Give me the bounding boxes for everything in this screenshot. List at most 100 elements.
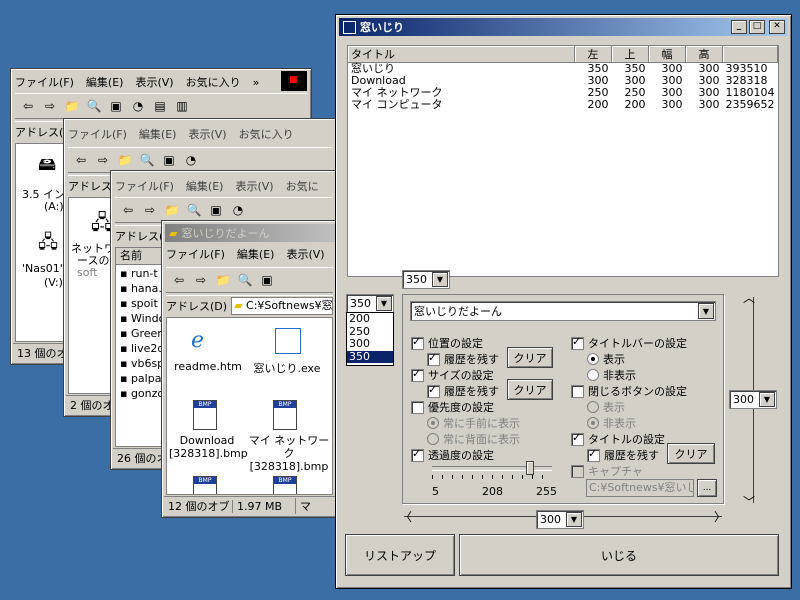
- folders-icon[interactable]: ▣: [207, 202, 225, 218]
- column-width[interactable]: 幅: [648, 46, 686, 63]
- back-icon[interactable]: ⇦: [119, 202, 137, 218]
- chevron-down-icon[interactable]: ▼: [432, 272, 448, 287]
- menu-file[interactable]: ファイル(F): [68, 126, 127, 142]
- checkbox[interactable]: [411, 367, 424, 382]
- menu-view[interactable]: 表示(V): [188, 126, 226, 142]
- file-label[interactable]: Download [328318].bmp: [169, 434, 248, 460]
- copy-icon[interactable]: ▥: [173, 98, 191, 114]
- bmp-file-icon[interactable]: BMP: [273, 476, 297, 494]
- dropdown-option[interactable]: 200: [347, 312, 393, 326]
- floppy-drive-icon[interactable]: 🖴: [38, 152, 56, 182]
- checkbox[interactable]: [427, 383, 440, 398]
- column-top[interactable]: 上: [611, 46, 649, 63]
- transparency-setting-checkbox[interactable]: 透過度の設定: [411, 447, 494, 463]
- checkbox[interactable]: [411, 335, 424, 350]
- maximize-button[interactable]: □: [749, 20, 765, 34]
- position-clear-button[interactable]: クリア: [507, 347, 553, 368]
- folders-icon[interactable]: ▣: [258, 272, 276, 288]
- size-clear-button[interactable]: クリア: [507, 379, 553, 400]
- checkbox[interactable]: [571, 431, 584, 446]
- search-icon[interactable]: 🔍: [236, 272, 254, 288]
- left-position-dropdown[interactable]: 200 250 300 350: [346, 312, 394, 366]
- history-icon[interactable]: ◔: [129, 98, 147, 114]
- up-folder-icon[interactable]: 📁: [116, 152, 134, 168]
- forward-icon[interactable]: ⇨: [192, 272, 210, 288]
- chevron-down-icon[interactable]: ▼: [566, 512, 582, 527]
- size-history-checkbox[interactable]: 履歴を残す: [427, 383, 499, 399]
- dropdown-option-selected[interactable]: 350: [347, 350, 393, 363]
- network-drive-icon[interactable]: 🖧: [38, 230, 58, 260]
- left-position-combo[interactable]: 350 ▼: [346, 294, 394, 313]
- title-setting-checkbox[interactable]: タイトルの設定: [571, 431, 665, 447]
- forward-icon[interactable]: ⇨: [41, 98, 59, 114]
- menu-file[interactable]: ファイル(F): [166, 246, 225, 262]
- folders-icon[interactable]: ▣: [160, 152, 178, 168]
- bmp-file-icon[interactable]: BMP: [193, 400, 217, 430]
- height-combo[interactable]: 300 ▼: [729, 390, 777, 409]
- search-icon[interactable]: 🔍: [138, 152, 156, 168]
- move-icon[interactable]: ▤: [151, 98, 169, 114]
- closebutton-setting-checkbox[interactable]: 閉じるボタンの設定: [571, 383, 687, 399]
- column-height[interactable]: 高: [685, 46, 723, 63]
- minimize-button[interactable]: _: [731, 20, 747, 34]
- checkbox[interactable]: [571, 335, 584, 350]
- search-icon[interactable]: 🔍: [85, 98, 103, 114]
- window-list[interactable]: タイトル 左 上 幅 高 窓いじり 350 350 300 300 393510: [347, 45, 779, 277]
- forward-icon[interactable]: ⇨: [94, 152, 112, 168]
- column-handle[interactable]: [722, 46, 778, 63]
- browse-button[interactable]: ...: [697, 479, 717, 497]
- position-history-checkbox[interactable]: 履歴を残す: [427, 351, 499, 367]
- column-title[interactable]: タイトル: [348, 46, 575, 63]
- folders-icon[interactable]: ▣: [107, 98, 125, 114]
- file-label[interactable]: readme.htm: [173, 360, 243, 373]
- file-label[interactable]: マイ ネットワーク [328318].bmp: [247, 434, 331, 473]
- explorer-window-4[interactable]: ▰ 窓いじりだよーん ファイル(F) 編集(E) 表示(V) ⇦ ⇨ 📁 🔍 ▣…: [161, 220, 338, 518]
- list-up-button[interactable]: リストアップ: [345, 534, 455, 576]
- back-icon[interactable]: ⇦: [170, 272, 188, 288]
- column-left[interactable]: 左: [574, 46, 612, 63]
- address-input[interactable]: ▰ C:¥Softnews¥窓い: [231, 297, 333, 315]
- forward-icon[interactable]: ⇨: [141, 202, 159, 218]
- close-button[interactable]: ✕: [769, 20, 785, 34]
- table-row[interactable]: マイ コンピュータ 200 200 300 300 2359652: [348, 99, 778, 111]
- radio[interactable]: [587, 369, 599, 381]
- menu-edit[interactable]: 編集(E): [86, 74, 124, 90]
- checkbox[interactable]: [587, 447, 600, 462]
- title-bar[interactable]: 窓いじり _ □ ✕: [339, 18, 788, 36]
- more-icon[interactable]: »: [253, 76, 260, 89]
- transparency-slider-thumb[interactable]: [526, 461, 535, 475]
- history-icon[interactable]: ◔: [182, 152, 200, 168]
- checkbox[interactable]: [411, 400, 424, 414]
- title-combo[interactable]: 窓いじりだよーん ▼: [410, 301, 716, 321]
- history-icon[interactable]: ◔: [229, 202, 247, 218]
- bmp-file-icon[interactable]: BMP: [273, 400, 297, 430]
- menu-edit[interactable]: 編集(E): [139, 126, 177, 142]
- top-position-combo[interactable]: 350 ▼: [402, 270, 450, 289]
- mado-ijiri-window[interactable]: 窓いじり _ □ ✕ タイトル 左 上 幅 高 窓いじり 350 350 300…: [335, 14, 792, 589]
- back-icon[interactable]: ⇦: [72, 152, 90, 168]
- position-setting-checkbox[interactable]: 位置の設定: [411, 335, 483, 351]
- search-icon[interactable]: 🔍: [185, 202, 203, 218]
- chevron-down-icon[interactable]: ▼: [759, 392, 775, 407]
- menu-favorites[interactable]: お気に: [286, 178, 319, 194]
- up-folder-icon[interactable]: 📁: [63, 98, 81, 114]
- menu-edit[interactable]: 編集(E): [186, 178, 224, 194]
- icon-view[interactable]: ℯ readme.htm 窓いじり.exe BMP Download [3283…: [166, 317, 333, 495]
- menu-view[interactable]: 表示(V): [135, 74, 173, 90]
- menu-file[interactable]: ファイル(F): [15, 74, 74, 90]
- back-icon[interactable]: ⇦: [19, 98, 37, 114]
- priority-setting-checkbox[interactable]: 優先度の設定: [411, 399, 494, 415]
- chevron-down-icon[interactable]: ▼: [698, 303, 714, 319]
- ijiru-button[interactable]: いじる: [459, 534, 779, 576]
- titlebar-show-radio[interactable]: 表示: [587, 351, 625, 367]
- title-bar[interactable]: ▰ 窓いじりだよーん: [165, 224, 337, 242]
- checkbox[interactable]: [427, 351, 440, 366]
- dropdown-option[interactable]: 300: [347, 337, 393, 351]
- width-combo[interactable]: 300 ▼: [536, 510, 584, 529]
- title-history-checkbox[interactable]: 履歴を残す: [587, 447, 659, 463]
- size-setting-checkbox[interactable]: サイズの設定: [411, 367, 494, 383]
- titlebar-hide-radio[interactable]: 非表示: [587, 367, 636, 383]
- title-clear-button[interactable]: クリア: [667, 443, 715, 464]
- ie-icon[interactable]: ℯ: [191, 328, 217, 354]
- menu-view[interactable]: 表示(V): [286, 246, 324, 262]
